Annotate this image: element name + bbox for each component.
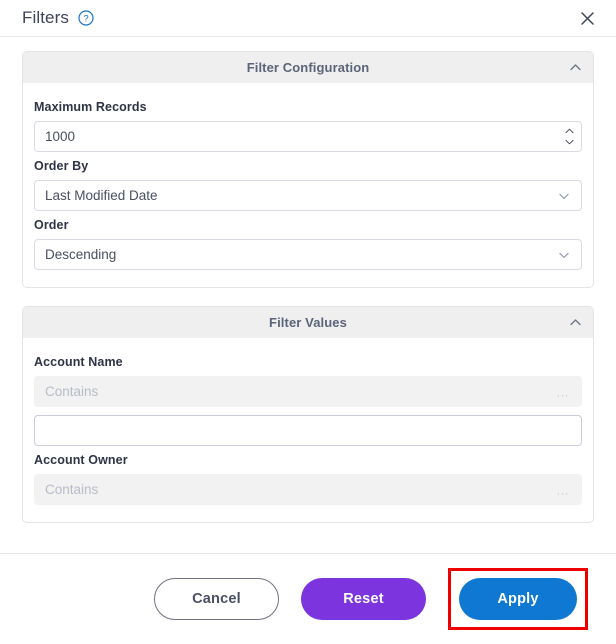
- order-label: Order: [34, 218, 69, 232]
- account-name-operator-select[interactable]: Contains …: [34, 376, 582, 407]
- dialog-header: Filters ?: [0, 0, 616, 37]
- account-name-input[interactable]: [34, 415, 582, 446]
- account-owner-operator-select[interactable]: Contains …: [34, 474, 582, 505]
- help-circle-icon[interactable]: ?: [78, 10, 94, 26]
- section-title: Filter Values: [269, 315, 347, 330]
- section-body-filter-configuration: Maximum Records 1000 Order By Last Modif…: [23, 83, 593, 287]
- close-icon[interactable]: [574, 5, 600, 31]
- order-value: Descending: [45, 247, 117, 262]
- reset-button[interactable]: Reset: [301, 578, 426, 620]
- cancel-button[interactable]: Cancel: [154, 578, 279, 620]
- section-filter-configuration: Filter Configuration Maximum Records 100…: [22, 51, 594, 288]
- field-order: Order Descending: [34, 218, 582, 270]
- chevron-up-icon[interactable]: [568, 52, 583, 83]
- spinner-up-icon[interactable]: [565, 125, 574, 137]
- order-by-select[interactable]: Last Modified Date: [34, 180, 582, 211]
- order-select[interactable]: Descending: [34, 239, 582, 270]
- spinner-down-icon[interactable]: [565, 137, 574, 149]
- svg-text:?: ?: [83, 14, 88, 25]
- ellipsis-icon[interactable]: …: [556, 482, 570, 497]
- order-by-value: Last Modified Date: [45, 188, 158, 203]
- field-order-by: Order By Last Modified Date: [34, 159, 582, 211]
- field-account-owner: Account Owner Contains …: [34, 453, 582, 505]
- account-name-label: Account Name: [34, 355, 123, 369]
- quantity-stepper[interactable]: [564, 125, 575, 148]
- section-body-filter-values: Account Name Contains … Account Owner Co…: [23, 338, 593, 522]
- maximum-records-input[interactable]: 1000: [34, 121, 582, 152]
- chevron-up-icon[interactable]: [568, 307, 583, 338]
- section-filter-values: Filter Values Account Name Contains … Ac…: [22, 306, 594, 523]
- apply-button[interactable]: Apply: [459, 578, 577, 620]
- account-owner-operator-value: Contains: [45, 482, 99, 497]
- apply-button-highlight: Apply: [448, 568, 588, 630]
- page-title: Filters: [22, 8, 69, 27]
- section-title: Filter Configuration: [246, 60, 370, 75]
- ellipsis-icon[interactable]: …: [556, 384, 570, 399]
- account-name-operator-value: Contains: [45, 384, 99, 399]
- dialog-footer: Cancel Reset Apply: [0, 553, 616, 644]
- order-by-label: Order By: [34, 159, 89, 173]
- filters-dialog: Filters ? Filter Configuration Maximum R…: [0, 0, 616, 644]
- maximum-records-value: 1000: [45, 129, 76, 144]
- account-owner-label: Account Owner: [34, 453, 128, 467]
- chevron-down-icon[interactable]: [556, 181, 572, 210]
- section-header-filter-values[interactable]: Filter Values: [23, 307, 593, 338]
- filters-scroll-area[interactable]: Filter Configuration Maximum Records 100…: [0, 37, 616, 553]
- chevron-down-icon[interactable]: [556, 240, 572, 269]
- field-account-name: Account Name Contains …: [34, 355, 582, 446]
- field-maximum-records: Maximum Records 1000: [34, 100, 582, 152]
- maximum-records-label: Maximum Records: [34, 100, 147, 114]
- section-header-filter-configuration[interactable]: Filter Configuration: [23, 52, 593, 83]
